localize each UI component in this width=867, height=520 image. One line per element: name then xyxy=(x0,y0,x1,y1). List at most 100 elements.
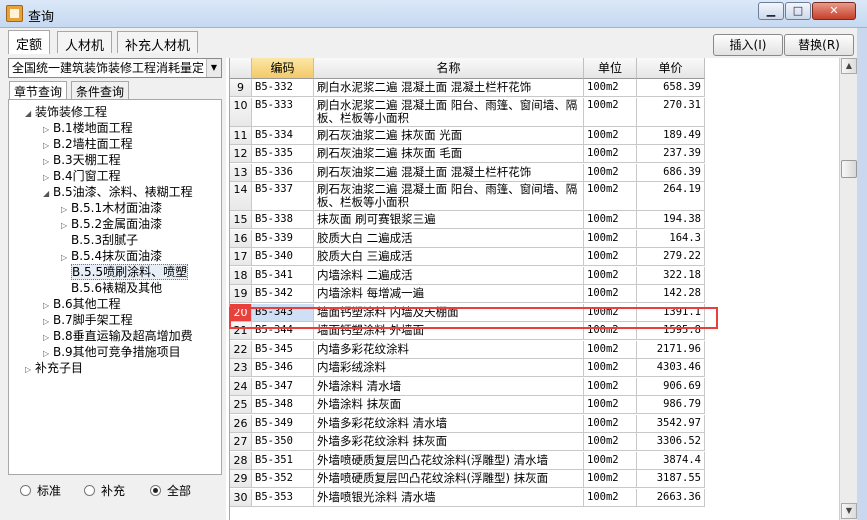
table-row[interactable]: 19 B5-342 内墙涂料 每增减一遍 100m2 142.28 xyxy=(230,285,705,303)
header-row-number xyxy=(230,58,252,79)
tree-item-label: B.5.5喷刷涂料、喷塑 xyxy=(71,264,189,280)
price-cell: 322.18 xyxy=(637,266,705,285)
table-row[interactable]: 30 B5-353 外墙喷银光涂料 清水墙 100m2 2663.36 xyxy=(230,488,705,507)
vertical-scrollbar[interactable]: ▲ ▼ xyxy=(839,58,857,520)
name-cell: 刷石灰油浆二遍 混凝土面 混凝土栏杆花饰 xyxy=(314,163,584,182)
unit-cell: 100m2 xyxy=(584,182,637,211)
replace-button[interactable]: 替换(R) xyxy=(784,34,854,56)
row-number-cell: 16 xyxy=(230,229,252,248)
unit-cell: 100m2 xyxy=(584,229,637,248)
code-cell: B5-333 xyxy=(252,97,314,127)
tab-quota[interactable]: 定额 xyxy=(8,30,51,54)
tree-item[interactable]: ▷ B.3天棚工程 xyxy=(43,152,121,168)
tab-condition-query[interactable]: 条件查询 xyxy=(71,81,130,99)
tree-item[interactable]: ▷ B.5.1木材面油漆 xyxy=(61,200,162,216)
row-number-cell: 26 xyxy=(230,414,252,433)
tree-item[interactable]: ◢ B.5油漆、涂料、裱糊工程 xyxy=(43,184,193,200)
table-row[interactable]: 27 B5-350 外墙多彩花纹涂料 抹灰面 100m2 3306.52 xyxy=(230,433,705,451)
scroll-down-icon[interactable]: ▼ xyxy=(841,503,857,519)
tree-item-label: B.6其他工程 xyxy=(53,297,121,311)
table-row[interactable]: 15 B5-338 抹灰面 刷可赛银浆三遍 100m2 194.38 xyxy=(230,211,705,229)
scroll-thumb[interactable] xyxy=(841,160,857,178)
tree-item[interactable]: ▷ 补充子目 xyxy=(25,360,83,376)
insert-button[interactable]: 插入(I) xyxy=(713,34,783,56)
row-number-cell: 14 xyxy=(230,182,252,211)
radio-all[interactable]: 全部 xyxy=(150,482,191,499)
name-cell: 外墙多彩花纹涂料 清水墙 xyxy=(314,414,584,433)
tree-item-label: B.3天棚工程 xyxy=(53,153,121,167)
tree-item[interactable]: B.5.6裱糊及其他 xyxy=(61,280,162,296)
tab-chapter-query[interactable]: 章节查询 xyxy=(9,81,68,99)
quota-table: 编码 名称 单位 单价 9 B5-332 刷白水泥浆二遍 混凝土面 混凝土栏杆花饰 1… xyxy=(229,58,839,520)
tree-item[interactable]: ▷ B.1楼地面工程 xyxy=(43,120,133,136)
tree-item[interactable]: B.5.3刮腻子 xyxy=(61,232,138,248)
name-cell: 外墙涂料 抹灰面 xyxy=(314,396,584,414)
price-cell: 3542.97 xyxy=(637,414,705,433)
radio-standard[interactable]: 标准 xyxy=(20,482,61,499)
tab-supplement-material[interactable]: 补充人材机 xyxy=(117,31,199,54)
table-row[interactable]: 11 B5-334 刷石灰油浆二遍 抹灰面 光面 100m2 189.49 xyxy=(230,126,705,145)
header-price[interactable]: 单价 xyxy=(637,58,705,79)
table-row[interactable]: 10 B5-333 刷白水泥浆二遍 混凝土面 阳台、雨篷、窗间墙、隔板、栏板等小面积… xyxy=(230,97,705,127)
price-cell: 2663.36 xyxy=(637,488,705,507)
tree-item[interactable]: ▷ B.6其他工程 xyxy=(43,296,121,312)
tree-item[interactable]: ▷ B.5.2金属面油漆 xyxy=(61,216,162,232)
name-cell: 抹灰面 刷可赛银浆三遍 xyxy=(314,211,584,229)
window-title: 查询 xyxy=(28,10,55,25)
table-row[interactable]: 16 B5-339 胶质大白 二遍成活 100m2 164.3 xyxy=(230,229,705,248)
tree-item[interactable]: ◢ 装饰装修工程 xyxy=(25,104,107,120)
tree-item-label: B.5.3刮腻子 xyxy=(71,233,139,247)
header-name[interactable]: 名称 xyxy=(314,58,584,79)
code-cell: B5-341 xyxy=(252,266,314,285)
maximize-button[interactable]: □ xyxy=(785,2,811,20)
name-cell: 墙面钙塑涂料 内墙及天棚面 xyxy=(314,303,584,322)
code-cell: B5-340 xyxy=(252,248,314,266)
tree-item[interactable]: ▷ B.9其他可竞争措施项目 xyxy=(43,344,181,360)
table-row[interactable]: 21 B5-344 墙面钙塑涂料 外墙面 100m2 1595.8 xyxy=(230,322,705,340)
table-row[interactable]: 23 B5-346 内墙彩绒涂料 100m2 4303.46 xyxy=(230,359,705,377)
scroll-up-icon[interactable]: ▲ xyxy=(841,58,857,74)
tree-item[interactable]: ▷ B.4门窗工程 xyxy=(43,168,121,184)
close-button[interactable]: ✕ xyxy=(812,2,856,20)
table-row[interactable]: 28 B5-351 外墙喷硬质复层凹凸花纹涂料(浮雕型) 清水墙 100m2 3874.… xyxy=(230,451,705,470)
tree-item[interactable]: ▷ B.5.4抹灰面油漆 xyxy=(61,248,162,264)
chevron-down-icon[interactable]: ▼ xyxy=(206,59,221,77)
tree-item[interactable]: ▷ B.8垂直运输及超高增加费 xyxy=(43,328,193,344)
header-code[interactable]: 编码 xyxy=(252,58,314,79)
collapse-triangle-icon[interactable]: ◢ xyxy=(43,186,53,202)
name-cell: 刷石灰油浆二遍 混凝土面 阳台、雨篷、窗间墙、隔板、栏板等小面积 xyxy=(314,182,584,211)
collapse-triangle-icon[interactable]: ◢ xyxy=(25,106,35,122)
tree-item[interactable]: ▷ B.2墙柱面工程 xyxy=(43,136,133,152)
radio-circle-checked-icon xyxy=(150,485,161,496)
minimize-button[interactable]: ▁ xyxy=(758,2,784,20)
name-cell: 胶质大白 三遍成活 xyxy=(314,248,584,266)
table-row[interactable]: 24 B5-347 外墙涂料 清水墙 100m2 906.69 xyxy=(230,377,705,396)
table-row[interactable]: 25 B5-348 外墙涂料 抹灰面 100m2 986.79 xyxy=(230,396,705,414)
name-cell: 外墙多彩花纹涂料 抹灰面 xyxy=(314,433,584,451)
radio-supplement[interactable]: 补充 xyxy=(84,482,125,499)
table-row[interactable]: 22 B5-345 内墙多彩花纹涂料 100m2 2171.96 xyxy=(230,340,705,359)
table-row[interactable]: 26 B5-349 外墙多彩花纹涂料 清水墙 100m2 3542.97 xyxy=(230,414,705,433)
table-row[interactable]: 14 B5-337 刷石灰油浆二遍 混凝土面 阳台、雨篷、窗间墙、隔板、栏板等小面积… xyxy=(230,182,705,211)
row-number-cell: 22 xyxy=(230,340,252,359)
table-row[interactable]: 20 B5-343 墙面钙塑涂料 内墙及天棚面 100m2 1391.1 xyxy=(230,303,705,322)
code-cell: B5-351 xyxy=(252,451,314,470)
tab-labor-material-machine[interactable]: 人材机 xyxy=(57,31,113,54)
table-row[interactable]: 13 B5-336 刷石灰油浆二遍 混凝土面 混凝土栏杆花饰 100m2 686.39 xyxy=(230,163,705,182)
table-row[interactable]: 18 B5-341 内墙涂料 二遍成活 100m2 322.18 xyxy=(230,266,705,285)
chapter-tree: ◢ 装饰装修工程 ▷ B.1楼地面工程 ▷ B.2墙柱面工程 ▷ B.3天棚工程 ▷ B.4门窗工… xyxy=(8,99,222,475)
expand-triangle-icon[interactable]: ▷ xyxy=(25,362,35,378)
table-row[interactable]: 17 B5-340 胶质大白 三遍成活 100m2 279.22 xyxy=(230,248,705,266)
tree-item[interactable]: ▷ B.7脚手架工程 xyxy=(43,312,133,328)
table-row[interactable]: 29 B5-352 外墙喷硬质复层凹凸花纹涂料(浮雕型) 抹灰面 100m2 3187.… xyxy=(230,470,705,488)
tree-item[interactable]: B.5.5喷刷涂料、喷塑 xyxy=(61,264,189,280)
price-cell: 264.19 xyxy=(637,182,705,211)
unit-cell: 100m2 xyxy=(584,145,637,163)
table-row[interactable]: 12 B5-335 刷石灰油浆二遍 抹灰面 毛面 100m2 237.39 xyxy=(230,145,705,163)
table-row[interactable]: 9 B5-332 刷白水泥浆二遍 混凝土面 混凝土栏杆花饰 100m2 658.39 xyxy=(230,79,705,97)
radio-circle-icon xyxy=(20,485,31,496)
header-unit[interactable]: 单位 xyxy=(584,58,637,79)
table-header: 编码 名称 单位 单价 xyxy=(230,58,705,79)
row-number-cell: 17 xyxy=(230,248,252,266)
quota-library-select[interactable]: 全国统一建筑装饰装修工程消耗量定 ▼ xyxy=(8,58,222,78)
